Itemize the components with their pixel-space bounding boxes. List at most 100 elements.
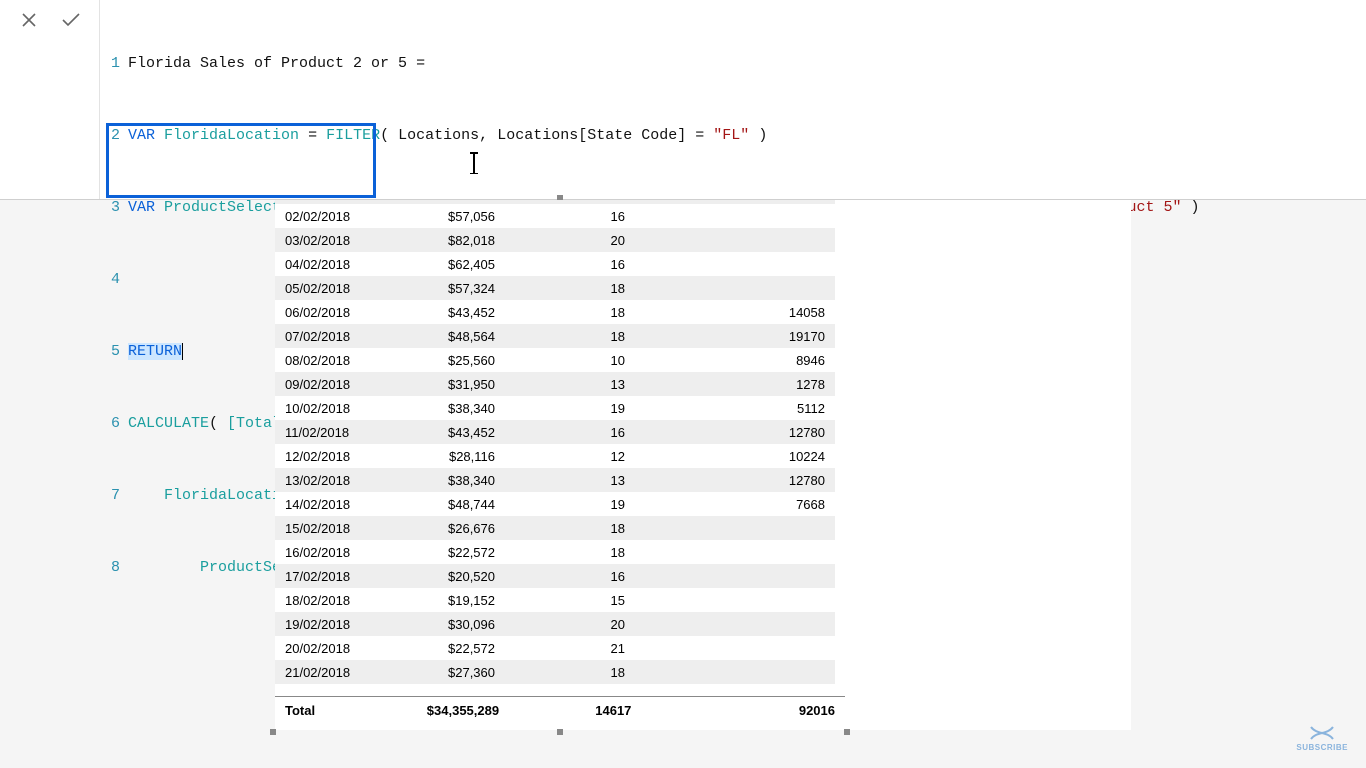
total-sales-cell: $34,355,289 (387, 697, 509, 725)
table-row[interactable]: 10/02/2018$38,340195112 (275, 396, 835, 420)
table-cell (635, 204, 835, 228)
table-cell: 02/02/2018 (275, 204, 385, 228)
table-cell: 18 (505, 540, 635, 564)
table-cell: $25,560 (385, 348, 505, 372)
return-keyword: RETURN (128, 343, 183, 360)
table-cell (635, 276, 835, 300)
resize-handle[interactable] (844, 729, 850, 735)
line-number: 7 (100, 484, 128, 508)
table-cell (635, 516, 835, 540)
table-row[interactable]: 12/02/2018$28,1161210224 (275, 444, 835, 468)
table-row[interactable]: 05/02/2018$57,32418 (275, 276, 835, 300)
dna-icon (1309, 725, 1335, 741)
line-number: 5 (100, 340, 128, 364)
formula-bar: 1 Florida Sales of Product 2 or 5 = 2 VA… (0, 0, 1366, 200)
table-row[interactable]: 15/02/2018$26,67618 (275, 516, 835, 540)
table-row[interactable]: 13/02/2018$38,3401312780 (275, 468, 835, 492)
table-row[interactable]: 08/02/2018$25,560108946 (275, 348, 835, 372)
table-cell: 14058 (635, 300, 835, 324)
table-cell: 21 (505, 636, 635, 660)
cancel-icon (20, 11, 38, 29)
checkmark-icon (61, 11, 81, 29)
table-cell (635, 252, 835, 276)
line-number: 2 (100, 124, 128, 148)
table-cell (635, 660, 835, 684)
table-cell: 20/02/2018 (275, 636, 385, 660)
table-cell (635, 612, 835, 636)
table-row[interactable]: 02/02/2018$57,05616 (275, 204, 835, 228)
table-cell (635, 588, 835, 612)
table-cell: 19 (505, 396, 635, 420)
column-ref: Locations[State Code] (497, 127, 686, 144)
table-cell: $43,452 (385, 420, 505, 444)
table-cell: 18 (505, 660, 635, 684)
table-cell: $30,096 (385, 612, 505, 636)
table-body-scroll[interactable]: 01/02/2018$62,4051502/02/2018$57,0561603… (275, 200, 845, 696)
total-c4-cell: 92016 (641, 697, 845, 725)
table-cell: 04/02/2018 (275, 252, 385, 276)
dax-editor[interactable]: 1 Florida Sales of Product 2 or 5 = 2 VA… (100, 0, 1366, 199)
table-row[interactable]: 21/02/2018$27,36018 (275, 660, 835, 684)
table-cell: $26,676 (385, 516, 505, 540)
table-row[interactable]: 19/02/2018$30,09620 (275, 612, 835, 636)
equals-op: = (416, 55, 425, 72)
table-cell: 13 (505, 372, 635, 396)
report-canvas[interactable]: 01/02/2018$62,4051502/02/2018$57,0561603… (275, 200, 1131, 730)
commit-button[interactable] (59, 8, 83, 32)
table-row[interactable]: 14/02/2018$48,744197668 (275, 492, 835, 516)
table-cell: $48,744 (385, 492, 505, 516)
table-cell: 12780 (635, 468, 835, 492)
subscribe-badge[interactable]: SUBSCRIBE (1296, 725, 1348, 752)
table-cell: 15/02/2018 (275, 516, 385, 540)
table-cell: 19/02/2018 (275, 612, 385, 636)
table-cell: 19 (505, 492, 635, 516)
table-cell: 15 (505, 588, 635, 612)
cancel-button[interactable] (17, 8, 41, 32)
table-row[interactable]: 11/02/2018$43,4521612780 (275, 420, 835, 444)
table-cell: 16 (505, 204, 635, 228)
var-keyword: VAR (128, 199, 155, 216)
line-number: 4 (100, 268, 128, 292)
table-cell: 19170 (635, 324, 835, 348)
table-cell: $22,572 (385, 636, 505, 660)
total-label: Total (275, 697, 387, 725)
table-cell: $57,056 (385, 204, 505, 228)
table-visual[interactable]: 01/02/2018$62,4051502/02/2018$57,0561603… (275, 200, 845, 730)
resize-handle[interactable] (557, 729, 563, 735)
calculate-fn: CALCULATE (128, 415, 209, 432)
table-cell: 20 (505, 612, 635, 636)
table-cell: 20 (505, 228, 635, 252)
subscribe-label: SUBSCRIBE (1296, 743, 1348, 752)
table-cell: 18 (505, 516, 635, 540)
table-cell: 18 (505, 300, 635, 324)
table-row[interactable]: 06/02/2018$43,4521814058 (275, 300, 835, 324)
table-cell (635, 564, 835, 588)
table-row[interactable]: 17/02/2018$20,52016 (275, 564, 835, 588)
table-cell (635, 540, 835, 564)
table-cell (635, 228, 835, 252)
table-cell: 18 (505, 276, 635, 300)
table-ref: Locations (398, 127, 479, 144)
table-cell: 11/02/2018 (275, 420, 385, 444)
table-cell: 10 (505, 348, 635, 372)
line-number: 6 (100, 412, 128, 436)
table-cell: $31,950 (385, 372, 505, 396)
table-cell (635, 636, 835, 660)
table-cell: 12 (505, 444, 635, 468)
table-row[interactable]: 04/02/2018$62,40516 (275, 252, 835, 276)
total-row-table: Total $34,355,289 14617 92016 (275, 696, 845, 724)
table-row[interactable]: 07/02/2018$48,5641819170 (275, 324, 835, 348)
table-row[interactable]: 16/02/2018$22,57218 (275, 540, 835, 564)
var-keyword: VAR (128, 127, 155, 144)
measure-name: Florida Sales of Product 2 or 5 (128, 55, 407, 72)
resize-handle[interactable] (270, 729, 276, 735)
total-row: Total $34,355,289 14617 92016 (275, 697, 845, 725)
table-cell: 16 (505, 252, 635, 276)
table-row[interactable]: 20/02/2018$22,57221 (275, 636, 835, 660)
table-row[interactable]: 03/02/2018$82,01820 (275, 228, 835, 252)
string-literal: "FL" (713, 127, 749, 144)
filter-fn: FILTER (326, 127, 380, 144)
table-row[interactable]: 18/02/2018$19,15215 (275, 588, 835, 612)
table-cell: 10/02/2018 (275, 396, 385, 420)
table-row[interactable]: 09/02/2018$31,950131278 (275, 372, 835, 396)
